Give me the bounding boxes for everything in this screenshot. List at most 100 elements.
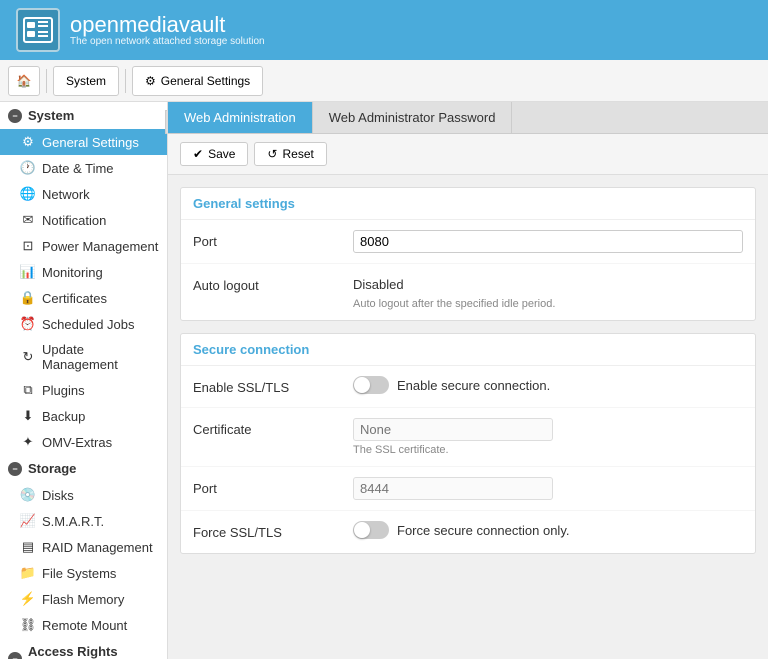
port-input[interactable] bbox=[353, 230, 743, 253]
sidebar-item-raid-label: RAID Management bbox=[42, 540, 153, 555]
save-check-icon: ✔ bbox=[193, 147, 203, 161]
header: openmediavault The open network attached… bbox=[0, 0, 768, 60]
force-ssl-value: Force secure connection only. bbox=[353, 521, 743, 542]
sidebar-item-omv-extras[interactable]: ✦ OMV-Extras bbox=[0, 429, 167, 455]
reset-icon: ↺ bbox=[267, 147, 277, 161]
filesystem-icon: 📁 bbox=[20, 565, 36, 581]
save-button[interactable]: ✔ Save bbox=[180, 142, 248, 166]
remote-icon: ⛓ bbox=[20, 617, 36, 633]
tabs: Web Administration Web Administrator Pas… bbox=[168, 102, 768, 134]
logo-title: openmediavault bbox=[70, 14, 265, 36]
enable-ssl-thumb bbox=[354, 377, 370, 393]
network-icon: 🌐 bbox=[20, 186, 36, 202]
sidebar-item-flash-label: Flash Memory bbox=[42, 592, 124, 607]
sidebar-item-scheduled-jobs[interactable]: ⏰ Scheduled Jobs bbox=[0, 311, 167, 337]
enable-ssl-row: Enable SSL/TLS Enable secure connection. bbox=[181, 366, 755, 408]
ssl-port-row: Port bbox=[181, 467, 755, 511]
nav-separator-2 bbox=[125, 69, 126, 93]
main-layout: ◀ − System ⚙ General Settings 🕐 Date & T… bbox=[0, 102, 768, 659]
sidebar-item-general-settings-label: General Settings bbox=[42, 135, 139, 150]
certificate-value: The SSL certificate. bbox=[353, 418, 743, 456]
ssl-port-value bbox=[353, 477, 743, 500]
sidebar-item-update-label: Update Management bbox=[42, 342, 159, 372]
port-value bbox=[353, 230, 743, 253]
storage-section-label: Storage bbox=[28, 461, 76, 476]
system-nav-button[interactable]: System bbox=[53, 66, 119, 96]
sidebar-item-general-settings[interactable]: ⚙ General Settings bbox=[0, 129, 167, 155]
clock-icon: 🕐 bbox=[20, 160, 36, 176]
settings-icon: ⚙ bbox=[145, 74, 156, 88]
secure-connection-legend: Secure connection bbox=[181, 334, 755, 366]
logo-text: openmediavault The open network attached… bbox=[70, 14, 265, 47]
auto-logout-row: Auto logout Disabled Auto logout after t… bbox=[181, 264, 755, 320]
sidebar-item-monitoring[interactable]: 📊 Monitoring bbox=[0, 259, 167, 285]
sidebar-item-certificates[interactable]: 🔒 Certificates bbox=[0, 285, 167, 311]
sidebar-item-backup[interactable]: ⬇ Backup bbox=[0, 403, 167, 429]
force-ssl-track[interactable] bbox=[353, 521, 389, 539]
certificate-label: Certificate bbox=[193, 418, 353, 437]
sidebar-item-plugins-label: Plugins bbox=[42, 383, 85, 398]
sidebar-section-access-rights[interactable]: − Access Rights Management bbox=[0, 638, 167, 659]
sidebar-item-raid[interactable]: ▤ RAID Management bbox=[0, 534, 167, 560]
sidebar-section-storage[interactable]: − Storage bbox=[0, 455, 167, 482]
system-collapse-icon: − bbox=[8, 109, 22, 123]
enable-ssl-label: Enable SSL/TLS bbox=[193, 376, 353, 395]
sidebar-item-notification[interactable]: ✉ Notification bbox=[0, 207, 167, 233]
logo-subtitle: The open network attached storage soluti… bbox=[70, 36, 265, 47]
sidebar-item-network-label: Network bbox=[42, 187, 90, 202]
sidebar-item-date-time-label: Date & Time bbox=[42, 161, 114, 176]
update-icon: ↻ bbox=[20, 349, 36, 365]
sidebar-item-notification-label: Notification bbox=[42, 213, 106, 228]
form-content: General settings Port Auto logout Disabl… bbox=[168, 175, 768, 659]
certificate-input[interactable] bbox=[353, 418, 553, 441]
sidebar-item-file-systems[interactable]: 📁 File Systems bbox=[0, 560, 167, 586]
sidebar-item-disks[interactable]: 💿 Disks bbox=[0, 482, 167, 508]
sidebar-item-flash-memory[interactable]: ⚡ Flash Memory bbox=[0, 586, 167, 612]
logo-icon bbox=[16, 8, 60, 52]
home-button[interactable]: 🏠 bbox=[8, 66, 40, 96]
force-ssl-toggle[interactable]: Force secure connection only. bbox=[353, 521, 569, 539]
storage-collapse-icon: − bbox=[8, 462, 22, 476]
content-area: Web Administration Web Administrator Pas… bbox=[168, 102, 768, 659]
tab-web-admin-password[interactable]: Web Administrator Password bbox=[313, 102, 513, 133]
extras-icon: ✦ bbox=[20, 434, 36, 450]
sidebar-item-smart[interactable]: 📈 S.M.A.R.T. bbox=[0, 508, 167, 534]
reset-label: Reset bbox=[282, 147, 313, 161]
sidebar-item-omv-extras-label: OMV-Extras bbox=[42, 435, 112, 450]
sidebar-item-network[interactable]: 🌐 Network bbox=[0, 181, 167, 207]
sidebar-toggle[interactable]: ◀ bbox=[165, 110, 168, 134]
sidebar-item-power-management[interactable]: ⊡ Power Management bbox=[0, 233, 167, 259]
backup-icon: ⬇ bbox=[20, 408, 36, 424]
force-ssl-toggle-label: Force secure connection only. bbox=[397, 523, 569, 538]
power-icon: ⊡ bbox=[20, 238, 36, 254]
sidebar-section-system[interactable]: − System bbox=[0, 102, 167, 129]
smart-icon: 📈 bbox=[20, 513, 36, 529]
save-label: Save bbox=[208, 147, 235, 161]
force-ssl-thumb bbox=[354, 522, 370, 538]
enable-ssl-toggle-label: Enable secure connection. bbox=[397, 378, 550, 393]
disk-icon: 💿 bbox=[20, 487, 36, 503]
sidebar-item-remote-mount[interactable]: ⛓ Remote Mount bbox=[0, 612, 167, 638]
email-icon: ✉ bbox=[20, 212, 36, 228]
general-settings-nav-label: General Settings bbox=[161, 74, 250, 88]
navbar: 🏠 System ⚙ General Settings bbox=[0, 60, 768, 102]
reset-button[interactable]: ↺ Reset bbox=[254, 142, 326, 166]
auto-logout-text: Disabled bbox=[353, 274, 743, 295]
sidebar-item-scheduled-label: Scheduled Jobs bbox=[42, 317, 135, 332]
sidebar-item-plugins[interactable]: ⧉ Plugins bbox=[0, 377, 167, 403]
force-ssl-row: Force SSL/TLS Force secure connection on… bbox=[181, 511, 755, 553]
sidebar: ◀ − System ⚙ General Settings 🕐 Date & T… bbox=[0, 102, 168, 659]
enable-ssl-track[interactable] bbox=[353, 376, 389, 394]
sidebar-item-update-management[interactable]: ↻ Update Management bbox=[0, 337, 167, 377]
sidebar-item-certificates-label: Certificates bbox=[42, 291, 107, 306]
port-label: Port bbox=[193, 230, 353, 249]
general-settings-nav-button[interactable]: ⚙ General Settings bbox=[132, 66, 263, 96]
sidebar-item-remote-label: Remote Mount bbox=[42, 618, 127, 633]
tab-web-administration[interactable]: Web Administration bbox=[168, 102, 313, 133]
sidebar-item-date-time[interactable]: 🕐 Date & Time bbox=[0, 155, 167, 181]
enable-ssl-toggle[interactable]: Enable secure connection. bbox=[353, 376, 550, 394]
general-settings-legend: General settings bbox=[181, 188, 755, 220]
port-row: Port bbox=[181, 220, 755, 264]
ssl-port-input[interactable] bbox=[353, 477, 553, 500]
logo-area: openmediavault The open network attached… bbox=[16, 8, 265, 52]
